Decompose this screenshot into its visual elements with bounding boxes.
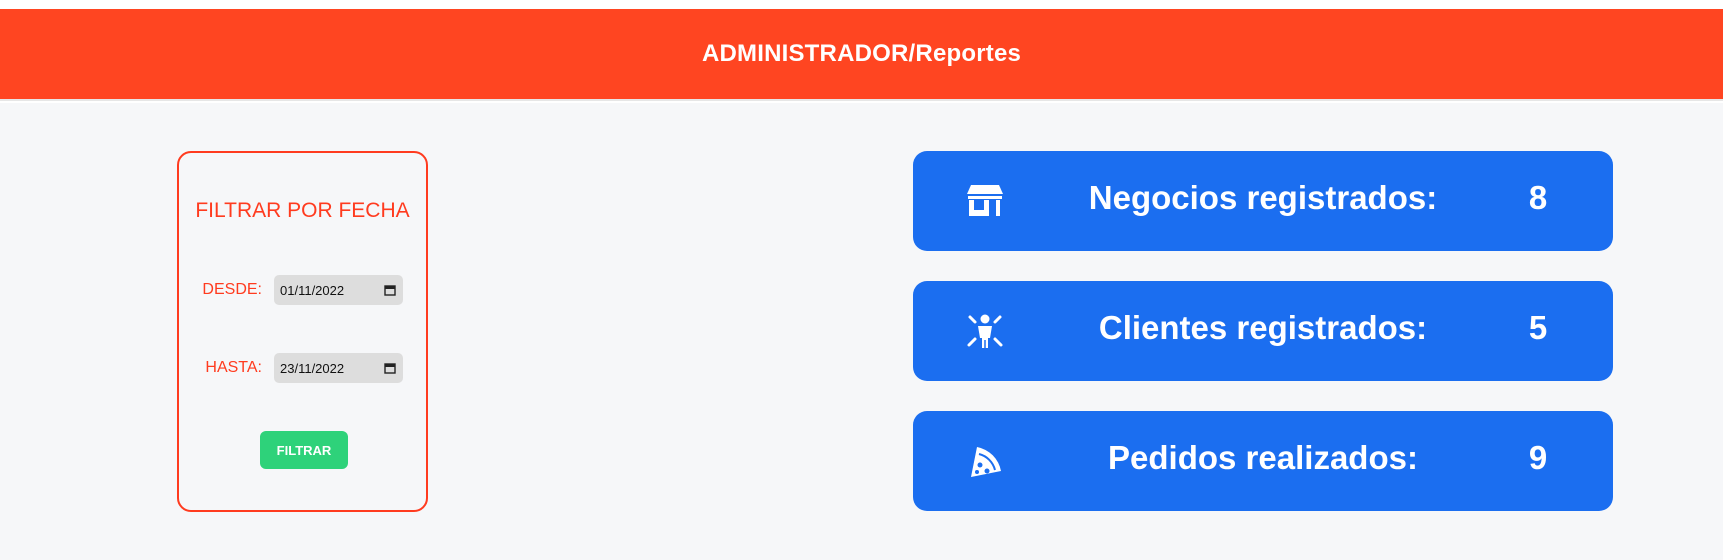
stat-value-pedidos: 9 [1528, 439, 1548, 476]
main-content: FILTRAR POR FECHA DESDE: 01/11/2022 HAST… [0, 103, 1723, 560]
desde-date-input[interactable]: 01/11/2022 [274, 275, 403, 305]
filter-button[interactable]: FILTRAR [260, 431, 348, 469]
person-icon [967, 314, 1003, 348]
stat-label-negocios: Negocios registrados: [1088, 179, 1438, 216]
desde-row: DESDE: 01/11/2022 [179, 275, 426, 305]
calendar-icon[interactable] [383, 361, 397, 375]
stat-label-clientes: Clientes registrados: [1098, 309, 1428, 346]
filter-title: FILTRAR POR FECHA [195, 199, 410, 222]
page-title: ADMINISTRADOR/Reportes [701, 40, 1022, 67]
stat-value-clientes: 5 [1528, 309, 1548, 346]
stat-label-pedidos: Pedidos realizados: [1108, 439, 1418, 476]
hasta-date-value: 23/11/2022 [280, 360, 345, 376]
desde-label: DESDE: [202, 281, 262, 298]
hasta-label: HASTA: [205, 359, 262, 376]
hasta-date-input[interactable]: 23/11/2022 [274, 353, 403, 383]
stat-card-pedidos: Pedidos realizados: 9 [913, 411, 1613, 511]
top-strip [0, 0, 1723, 9]
stat-card-negocios: Negocios registrados: 8 [913, 151, 1613, 251]
calendar-icon[interactable] [383, 283, 397, 297]
page-header: ADMINISTRADOR/Reportes [0, 9, 1723, 101]
stat-value-negocios: 8 [1528, 179, 1548, 216]
pizza-icon [971, 447, 1001, 477]
stat-card-clientes: Clientes registrados: 5 [913, 281, 1613, 381]
store-icon [967, 185, 1003, 216]
desde-date-value: 01/11/2022 [280, 282, 345, 298]
hasta-row: HASTA: 23/11/2022 [179, 353, 426, 383]
date-filter-card: FILTRAR POR FECHA DESDE: 01/11/2022 HAST… [177, 151, 428, 512]
